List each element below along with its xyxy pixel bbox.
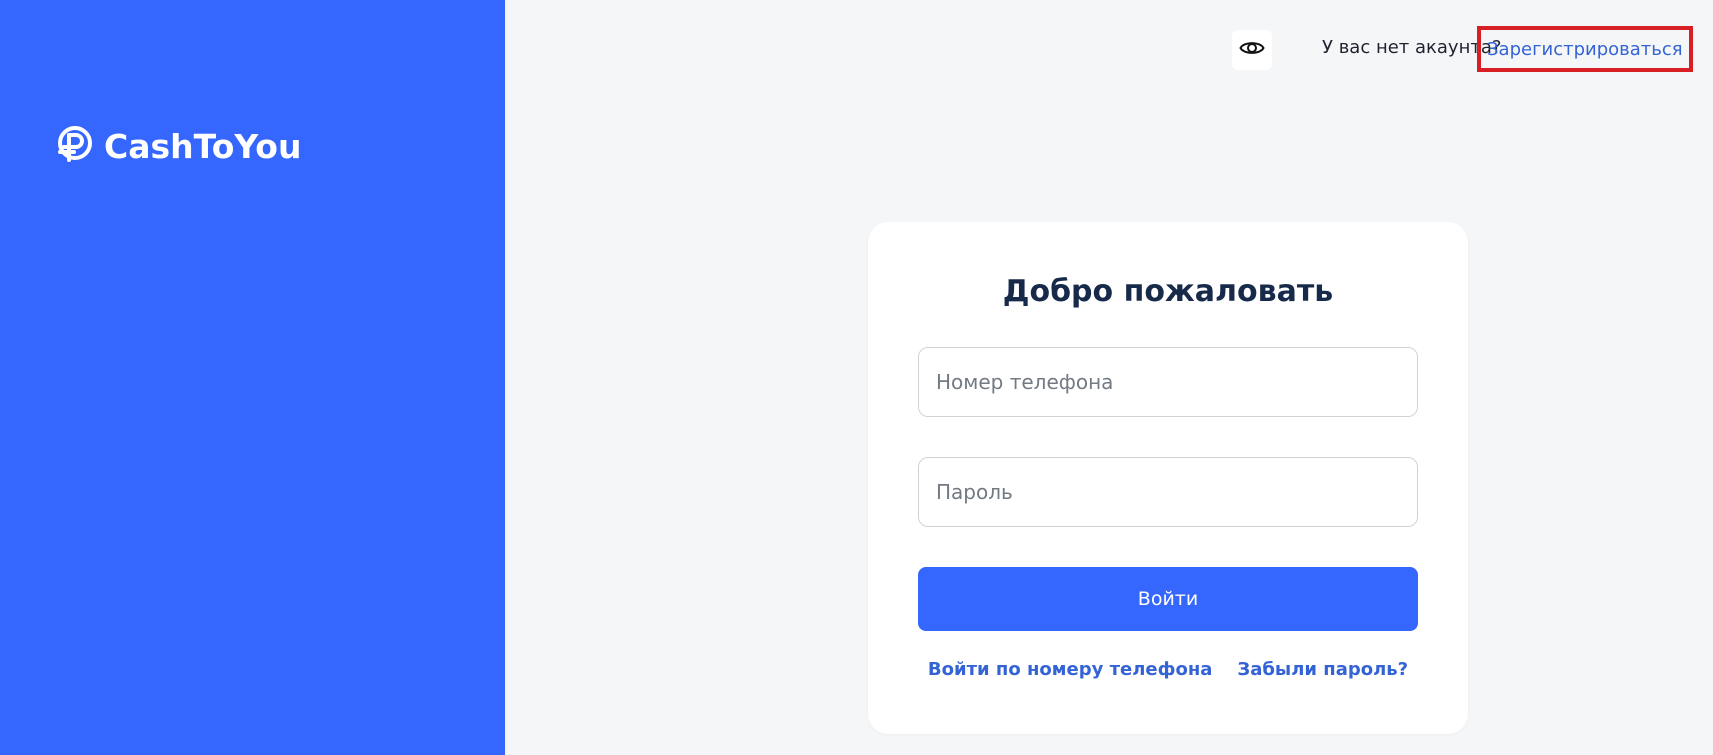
- ruble-coin-icon: [54, 124, 94, 168]
- brand-logo: CashToYou: [54, 124, 301, 168]
- login-page: CashToYou У вас нет акаунта? Зарегистрир…: [0, 0, 1713, 755]
- eye-icon: [1239, 39, 1265, 61]
- phone-login-link[interactable]: Войти по номеру телефона: [928, 659, 1213, 680]
- forgot-password-link[interactable]: Забыли пароль?: [1237, 659, 1408, 680]
- visibility-toggle-button[interactable]: [1232, 30, 1272, 70]
- brand-panel: CashToYou: [0, 0, 505, 755]
- login-card: Добро пожаловать Войти Войти по номеру т…: [868, 222, 1468, 734]
- brand-name: CashToYou: [104, 126, 302, 166]
- password-input[interactable]: [918, 457, 1418, 527]
- phone-input[interactable]: [918, 347, 1418, 417]
- no-account-text: У вас нет акаунта?: [1322, 37, 1502, 58]
- auth-links: Войти по номеру телефона Забыли пароль?: [868, 659, 1468, 680]
- login-button[interactable]: Войти: [918, 567, 1418, 631]
- page-title: Добро пожаловать: [1002, 274, 1334, 309]
- login-area: У вас нет акаунта? Зарегистрироваться До…: [505, 0, 1713, 755]
- register-link[interactable]: Зарегистрироваться: [1477, 26, 1693, 72]
